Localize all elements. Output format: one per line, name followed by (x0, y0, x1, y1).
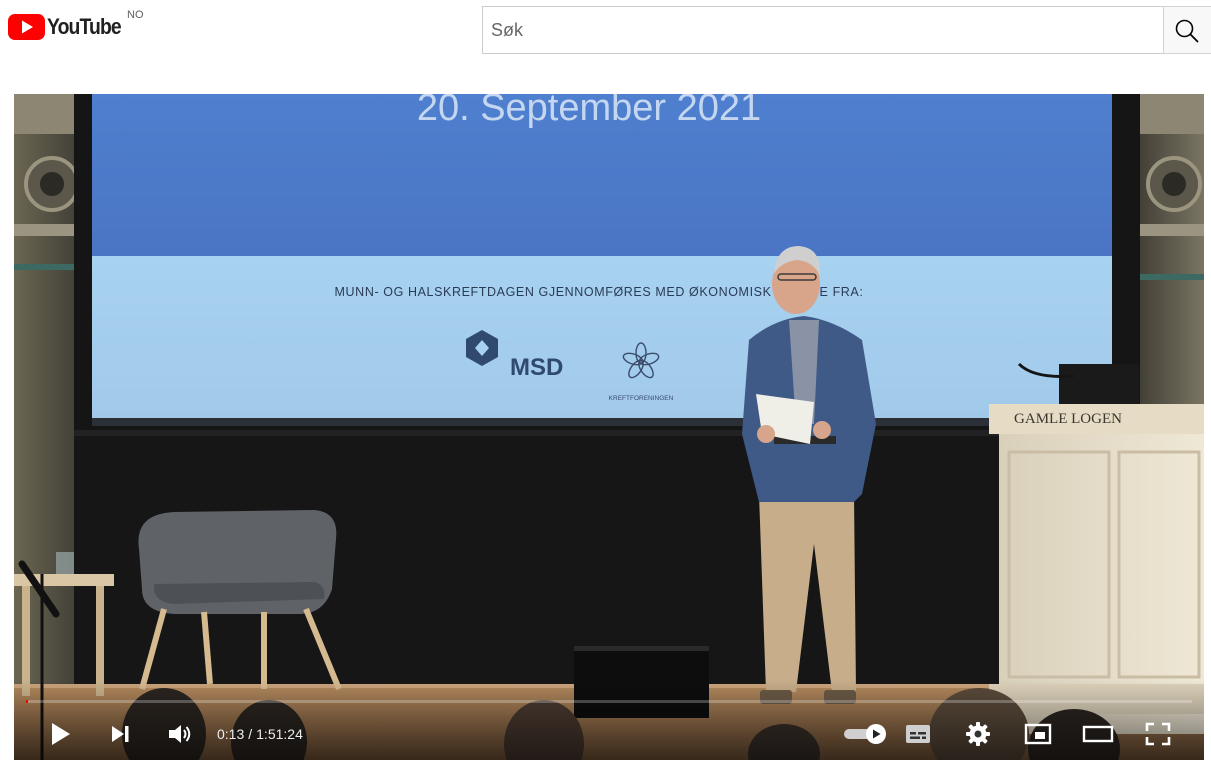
search-icon (1175, 19, 1199, 43)
theater-mode-button[interactable] (1080, 716, 1116, 752)
time-display: 0:13 / 1:51:24 (217, 722, 303, 746)
progress-played (26, 700, 29, 703)
logo-text: YouTube (47, 14, 122, 39)
gear-icon (966, 722, 990, 746)
slide-date-text: 20. September 2021 (417, 94, 761, 129)
time-separator: / (248, 726, 253, 742)
current-time: 0:13 (217, 726, 245, 742)
autoplay-toggle-icon (844, 724, 886, 744)
kreftforeningen-text: KREFTFORENINGEN (609, 395, 674, 402)
search-box (482, 6, 1163, 54)
theater-mode-icon (1082, 725, 1114, 743)
next-icon (112, 726, 129, 742)
country-code: NO (127, 9, 144, 21)
duration: 1:51:24 (256, 726, 303, 742)
player-area: 20. September 2021 MUNN- OG HALSKREFTDAG… (0, 64, 1211, 760)
play-icon (52, 723, 70, 745)
next-button[interactable] (102, 716, 138, 752)
masthead: YouTube NO (0, 0, 1211, 64)
subtitles-icon (906, 725, 930, 743)
fullscreen-button[interactable] (1140, 716, 1176, 752)
msd-text: MSD (510, 354, 563, 381)
podium-sign-text: GAMLE LOGEN (1014, 411, 1122, 427)
mute-button[interactable] (162, 716, 198, 752)
video-player[interactable]: 20. September 2021 MUNN- OG HALSKREFTDAG… (14, 94, 1204, 760)
fullscreen-icon (1145, 722, 1171, 746)
miniplayer-icon (1024, 723, 1052, 745)
subtitles-button[interactable] (900, 716, 936, 752)
youtube-logo-icon (8, 14, 45, 40)
progress-bar[interactable] (26, 700, 1192, 703)
settings-button[interactable] (960, 716, 996, 752)
youtube-logo[interactable]: YouTube (8, 12, 131, 42)
volume-icon (169, 725, 191, 743)
autoplay-toggle[interactable] (840, 716, 890, 752)
search-input[interactable] (491, 7, 1151, 53)
search-button[interactable] (1163, 6, 1211, 54)
play-button[interactable] (42, 716, 78, 752)
miniplayer-button[interactable] (1020, 716, 1056, 752)
video-frame[interactable]: 20. September 2021 MUNN- OG HALSKREFTDAG… (14, 94, 1204, 760)
